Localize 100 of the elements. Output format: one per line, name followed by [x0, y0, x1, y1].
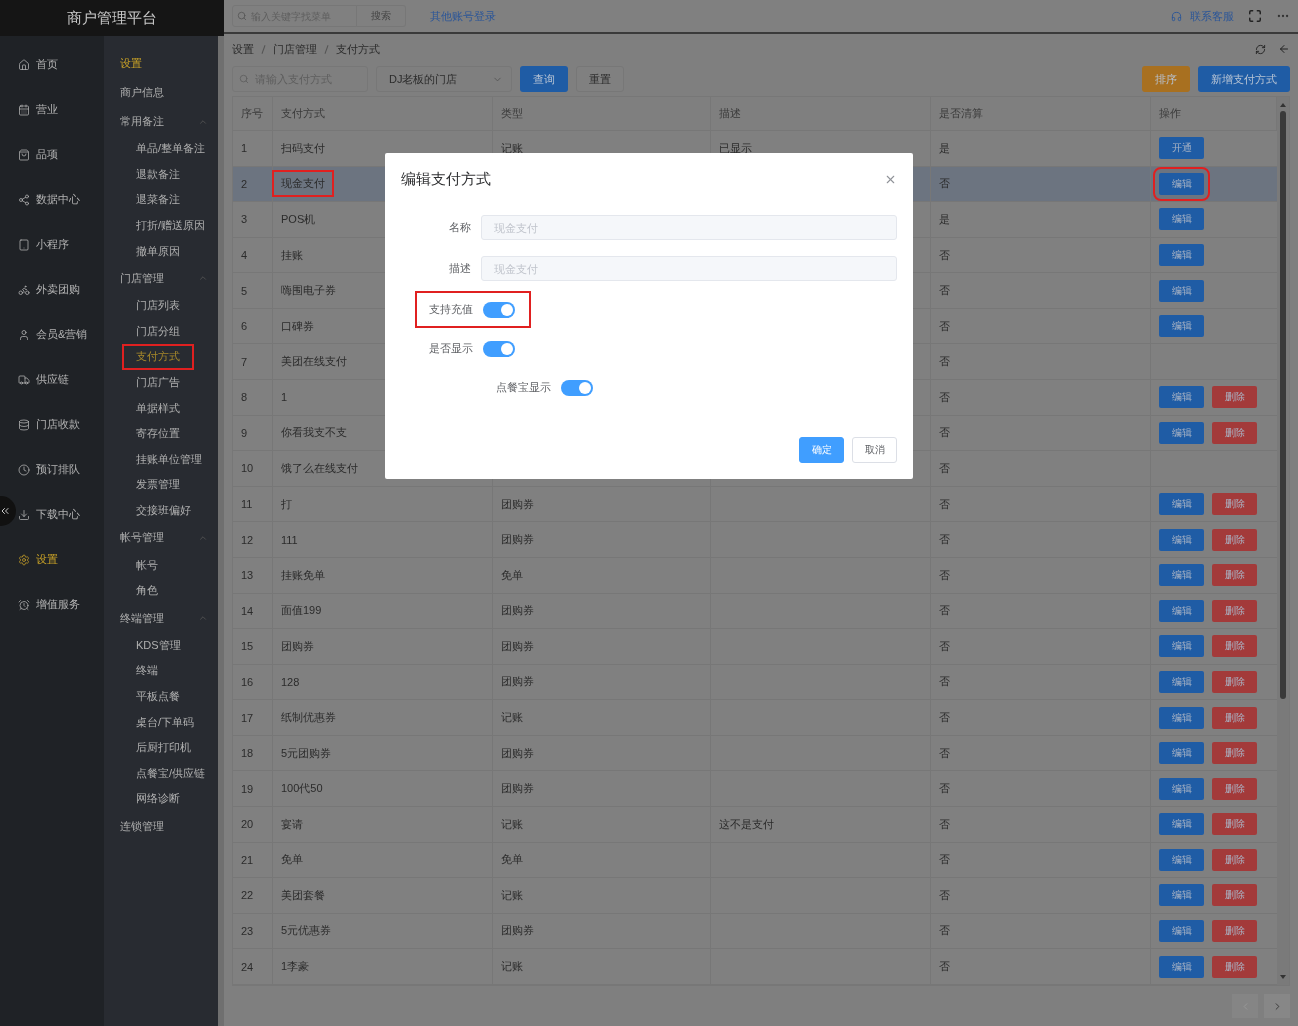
table-cell: 否	[939, 710, 950, 725]
app-title: 商户管理平台	[0, 0, 224, 36]
table-cell: 否	[939, 781, 950, 797]
table-cell: 否	[939, 852, 950, 868]
table-cell: 1	[241, 142, 248, 155]
table-cell: 100代50	[281, 781, 323, 797]
table-cell: 嗨围电子券	[281, 283, 336, 299]
dialog-title: 编辑支付方式	[401, 169, 491, 189]
table-cell: 团购券	[501, 745, 534, 761]
table-cell: 纸制优惠券	[281, 710, 336, 725]
table-cell: 美团套餐	[281, 887, 325, 903]
table-cell: 否	[939, 176, 950, 192]
table-cell: 10	[241, 462, 254, 475]
table-cell: POS机	[281, 211, 316, 227]
table-cell: 1	[281, 391, 288, 404]
table-cell: 是	[939, 211, 950, 227]
table-cell: 宴请	[281, 816, 303, 832]
table-cell: 否	[939, 425, 950, 441]
table-cell: 否	[939, 603, 950, 619]
table-cell: 团购券	[501, 603, 534, 619]
table-cell: 15	[241, 640, 254, 653]
submenu-title: 设置	[119, 55, 143, 71]
table-cell: 免单	[501, 567, 523, 583]
table-cell: 3	[241, 213, 248, 226]
table-cell: 已显示	[719, 140, 752, 156]
column-header: 是否清算	[931, 97, 1151, 130]
table-cell: 口碑券	[281, 318, 314, 334]
table-cell: 2	[241, 177, 248, 190]
table-cell: 否	[939, 460, 950, 476]
table-cell: 团购券	[501, 674, 534, 690]
table-cell: 17	[241, 711, 254, 724]
table-cell: 美团在线支付	[281, 354, 347, 370]
table-cell: 挂账	[281, 247, 303, 263]
table-cell: 否	[939, 887, 950, 903]
table-cell: 5元团购券	[281, 745, 332, 761]
column-header: 描述	[711, 97, 931, 130]
table-cell: 打	[281, 496, 292, 512]
table-cell: 团购券	[281, 638, 314, 654]
table-cell: 否	[939, 247, 950, 263]
table-cell: 19	[241, 782, 254, 795]
table-cell: 团购券	[501, 781, 534, 797]
table-cell: 记账	[501, 887, 523, 903]
field-label: 是否显示	[428, 341, 474, 356]
table-cell: 否	[939, 283, 950, 299]
table-cell: 5	[241, 284, 248, 297]
table-cell: 记账	[501, 140, 523, 156]
table-cell: 5元优惠券	[281, 923, 332, 939]
table-cell: 免单	[501, 852, 523, 868]
table-cell: 12	[241, 533, 254, 546]
table-cell: 团购券	[501, 532, 534, 548]
table-cell: 扫码支付	[281, 140, 325, 156]
table-cell: 4	[241, 249, 248, 261]
table-cell: 否	[939, 959, 950, 975]
table-cell: 23	[241, 925, 254, 937]
table-cell: 团购券	[501, 923, 534, 939]
table-cell: 9	[241, 426, 248, 439]
table-cell: 20	[241, 818, 254, 831]
table-cell: 记账	[501, 816, 523, 832]
table-cell: 8	[241, 391, 248, 404]
table-cell: 否	[939, 745, 950, 761]
table-cell: 21	[241, 853, 254, 866]
table-cell: 饿了么在线支付	[281, 460, 358, 476]
table-cell: 否	[939, 496, 950, 512]
table-cell: 13	[241, 569, 254, 582]
table-cell: 免单	[281, 852, 303, 868]
table-cell: 否	[939, 816, 950, 832]
table-cell: 否	[939, 674, 950, 690]
table-cell: 14	[241, 604, 254, 617]
table-cell: 否	[939, 354, 950, 370]
table-cell: 否	[939, 923, 950, 939]
table-cell: 1李豪	[281, 959, 310, 975]
field-label: 点餐宝显示	[495, 380, 552, 395]
table-cell: 6	[241, 320, 248, 333]
table-cell: 现金支付	[272, 170, 334, 198]
table-cell: 24	[241, 960, 254, 973]
table-cell: 否	[939, 318, 950, 334]
table-cell: 团购券	[501, 496, 534, 512]
table-cell: 7	[241, 355, 248, 368]
field-label: 支持充值	[428, 302, 474, 317]
table-cell: 11	[241, 498, 253, 511]
table-cell: 否	[939, 567, 950, 583]
table-cell: 记账	[501, 710, 523, 725]
table-cell: 团购券	[501, 638, 534, 654]
table-cell: 面值199	[281, 603, 322, 619]
table-cell: 这不是支付	[719, 816, 774, 832]
field-label: 描述	[448, 261, 472, 276]
column-header: 支付方式	[273, 97, 493, 130]
table-cell: 18	[241, 747, 254, 760]
table-cell: 111	[281, 533, 298, 546]
table-cell: 128	[281, 675, 300, 688]
table-cell: 你看我支不支	[281, 425, 347, 441]
table-cell: 否	[939, 638, 950, 654]
table-cell: 否	[939, 532, 950, 548]
table-cell: 否	[939, 389, 950, 405]
column-header: 类型	[493, 97, 711, 130]
table-cell: 是	[939, 140, 950, 156]
table-cell: 记账	[501, 959, 523, 975]
table-cell: 16	[241, 675, 254, 688]
table-cell: 挂账免单	[281, 567, 325, 583]
field-label: 名称	[448, 220, 472, 235]
